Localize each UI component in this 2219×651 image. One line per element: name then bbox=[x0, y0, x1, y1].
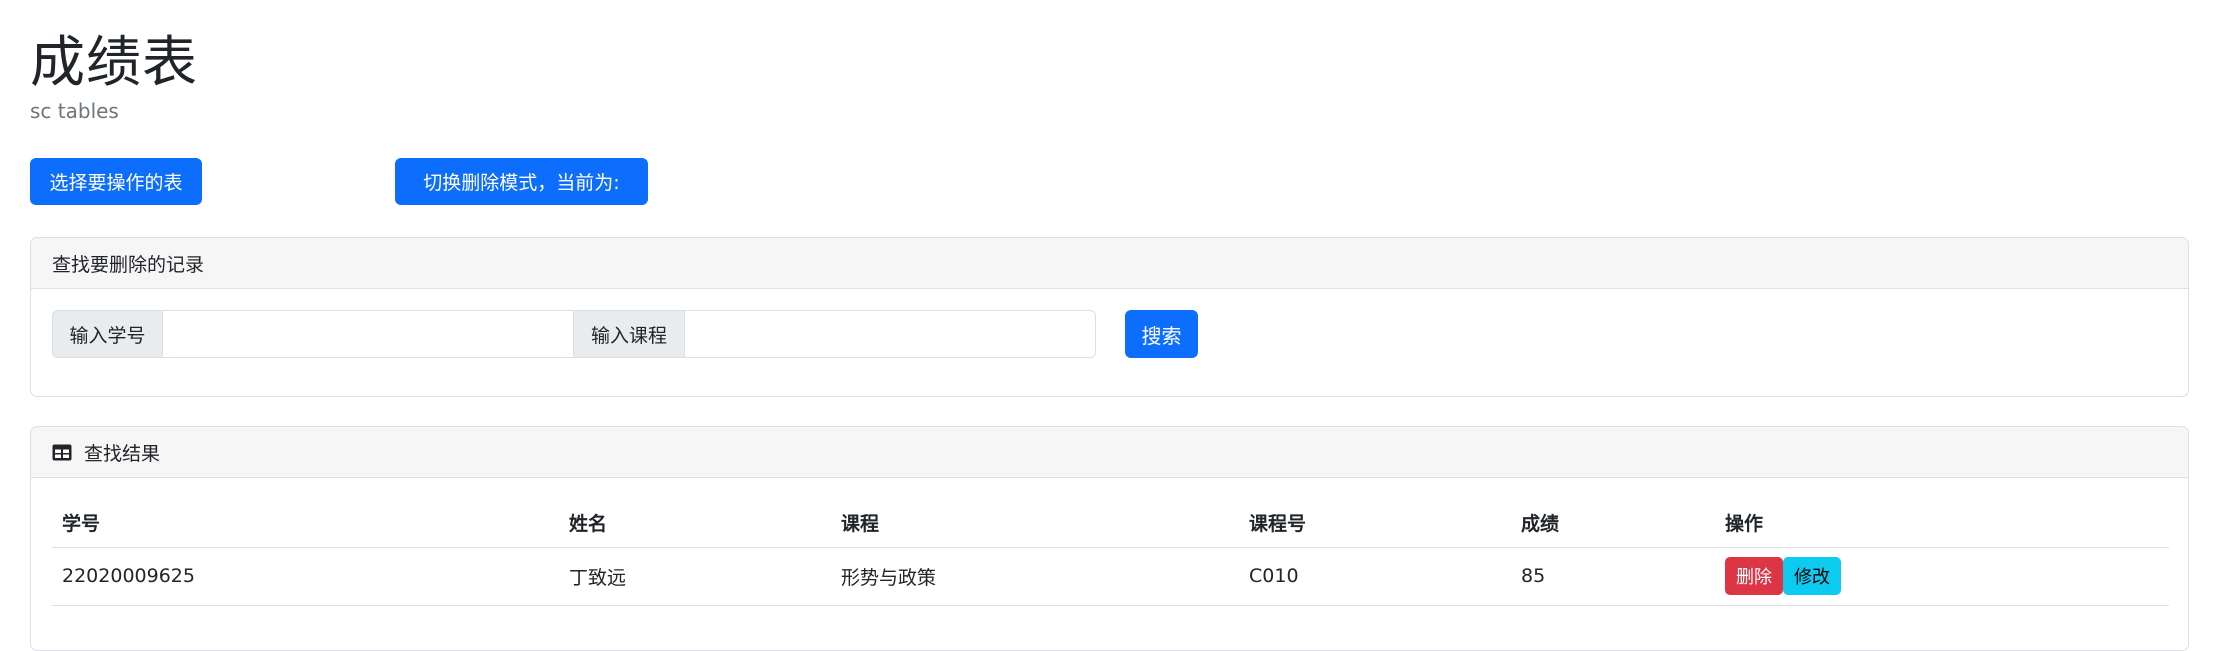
search-input-group: 输入学号 输入课程 bbox=[52, 310, 1116, 358]
column-header-actions: 操作 bbox=[1715, 499, 2169, 548]
table-header-row: 学号 姓名 课程 课程号 成绩 操作 bbox=[52, 499, 2169, 548]
search-card: 查找要删除的记录 输入学号 输入课程 搜索 bbox=[30, 237, 2189, 397]
results-card-title: 查找结果 bbox=[84, 442, 161, 465]
cell-name: 丁致远 bbox=[559, 547, 831, 606]
search-form: 输入学号 输入课程 搜索 bbox=[31, 289, 2188, 396]
column-header-student-id: 学号 bbox=[52, 499, 559, 548]
toggle-delete-mode-button[interactable]: 切换删除模式，当前为: bbox=[395, 158, 648, 205]
course-input[interactable] bbox=[685, 310, 1096, 358]
column-header-course-no: 课程号 bbox=[1239, 499, 1511, 548]
student-id-label: 输入学号 bbox=[52, 310, 163, 358]
edit-button[interactable]: 修改 bbox=[1783, 557, 1841, 595]
page-subtitle: sc tables bbox=[30, 99, 119, 123]
table-row: 22020009625 丁致远 形势与政策 C010 85 删除 修改 bbox=[52, 547, 2169, 606]
search-card-title: 查找要删除的记录 bbox=[52, 253, 205, 276]
table-icon bbox=[52, 444, 72, 461]
action-row: 选择要操作的表 切换删除模式，当前为: bbox=[30, 158, 2189, 206]
row-actions: 删除 修改 bbox=[1725, 557, 2169, 595]
column-header-score: 成绩 bbox=[1511, 499, 1715, 548]
select-table-button[interactable]: 选择要操作的表 bbox=[30, 158, 202, 205]
student-id-input[interactable] bbox=[163, 310, 574, 358]
page-title: 成绩表 bbox=[30, 30, 199, 94]
column-header-course: 课程 bbox=[831, 499, 1239, 548]
cell-actions: 删除 修改 bbox=[1715, 547, 2169, 606]
search-button[interactable]: 搜索 bbox=[1125, 310, 1198, 358]
course-label: 输入课程 bbox=[574, 310, 685, 358]
cell-student-id: 22020009625 bbox=[52, 547, 559, 606]
results-table: 学号 姓名 课程 课程号 成绩 操作 22020009625 丁致远 形势与政策… bbox=[52, 499, 2169, 606]
cell-course-no: C010 bbox=[1239, 547, 1511, 606]
results-card-header: 查找结果 bbox=[31, 427, 2188, 478]
cell-score: 85 bbox=[1511, 547, 1715, 606]
search-card-header: 查找要删除的记录 bbox=[31, 238, 2188, 289]
cell-course: 形势与政策 bbox=[831, 547, 1239, 606]
column-header-name: 姓名 bbox=[559, 499, 831, 548]
title-block: 成绩表 sc tables bbox=[30, 0, 2189, 124]
delete-button[interactable]: 删除 bbox=[1725, 557, 1783, 595]
results-card: 查找结果 学号 姓名 课程 课程号 成绩 操作 22020009625 丁致远 … bbox=[30, 426, 2189, 651]
